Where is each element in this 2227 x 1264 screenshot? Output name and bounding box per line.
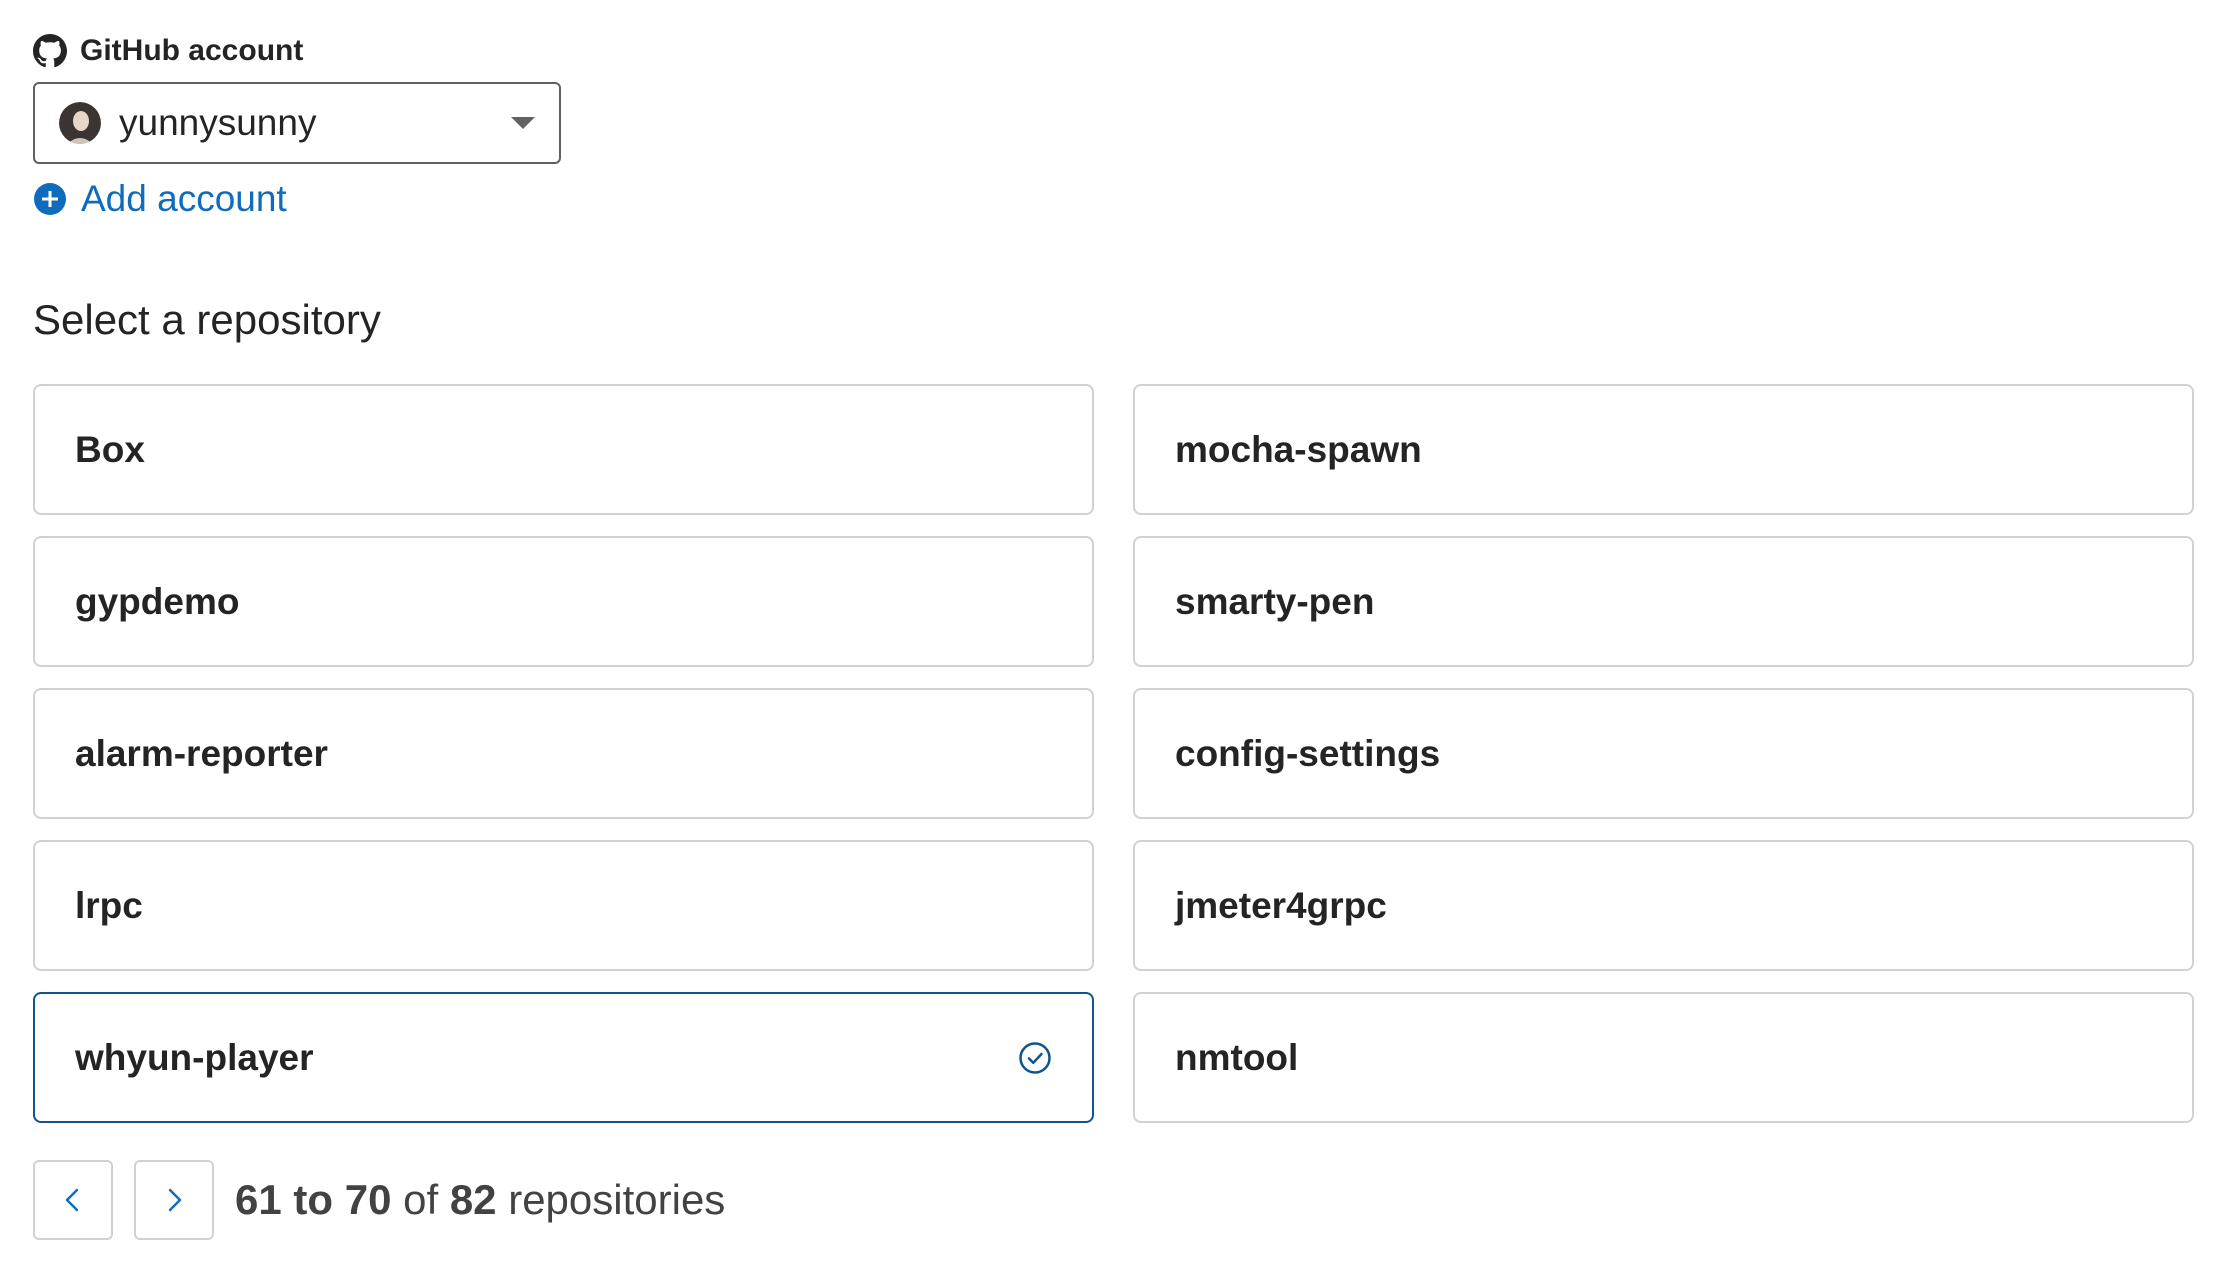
range-total: 82 [449, 1176, 497, 1223]
repository-card-selected[interactable]: whyun-player [33, 992, 1094, 1123]
github-account-label-text: GitHub account [80, 34, 304, 67]
repository-card[interactable]: gypdemo [33, 536, 1094, 667]
repository-picker-page: GitHub account yunnysunny Add account Se… [0, 0, 2227, 1264]
previous-page-button[interactable] [33, 1160, 113, 1240]
repository-name: jmeter4grpc [1175, 884, 1387, 926]
repository-card[interactable]: alarm-reporter [33, 688, 1094, 819]
selected-account-name: yunnysunny [119, 102, 317, 143]
github-account-label: GitHub account [33, 30, 303, 72]
repository-name: nmtool [1175, 1036, 1299, 1078]
repository-name: alarm-reporter [75, 732, 328, 774]
pagination: 61 to 70 of 82 repositories [33, 1160, 725, 1240]
range-unit: repositories [508, 1176, 726, 1223]
repository-card[interactable]: jmeter4grpc [1133, 840, 2194, 971]
pagination-summary: 61 to 70 of 82 repositories [235, 1176, 725, 1224]
github-account-dropdown[interactable]: yunnysunny [33, 82, 561, 164]
chevron-right-icon [168, 1188, 182, 1212]
repository-card[interactable]: nmtool [1133, 992, 2194, 1123]
add-account-link[interactable]: Add account [33, 174, 287, 224]
add-circle-icon [33, 182, 67, 216]
repository-name: config-settings [1175, 732, 1441, 774]
repository-name: Box [75, 428, 145, 470]
chevron-down-icon [511, 117, 535, 129]
repository-card[interactable]: config-settings [1133, 688, 2194, 819]
repository-card[interactable]: Box [33, 384, 1094, 515]
github-icon [33, 34, 67, 68]
repository-name: gypdemo [75, 580, 240, 622]
repository-name: smarty-pen [1175, 580, 1375, 622]
range-start: 61 [235, 1176, 282, 1223]
repository-card[interactable]: mocha-spawn [1133, 384, 2194, 515]
add-account-label: Add account [81, 178, 287, 219]
repository-card[interactable]: lrpc [33, 840, 1094, 971]
range-to: to [293, 1176, 334, 1223]
range-of: of [403, 1176, 439, 1223]
avatar [59, 102, 101, 144]
repository-name: mocha-spawn [1175, 428, 1422, 470]
repository-card[interactable]: smarty-pen [1133, 536, 2194, 667]
next-page-button[interactable] [134, 1160, 214, 1240]
section-title: Select a repository [33, 296, 381, 343]
range-end: 70 [344, 1176, 392, 1223]
repository-name: lrpc [75, 884, 143, 926]
repository-grid: Box mocha-spawn gypdemo smarty-pen alarm… [33, 384, 2194, 1123]
chevron-left-icon [65, 1188, 79, 1212]
checkmark-circle-icon [1018, 1041, 1052, 1075]
repository-name: whyun-player [75, 1036, 314, 1078]
